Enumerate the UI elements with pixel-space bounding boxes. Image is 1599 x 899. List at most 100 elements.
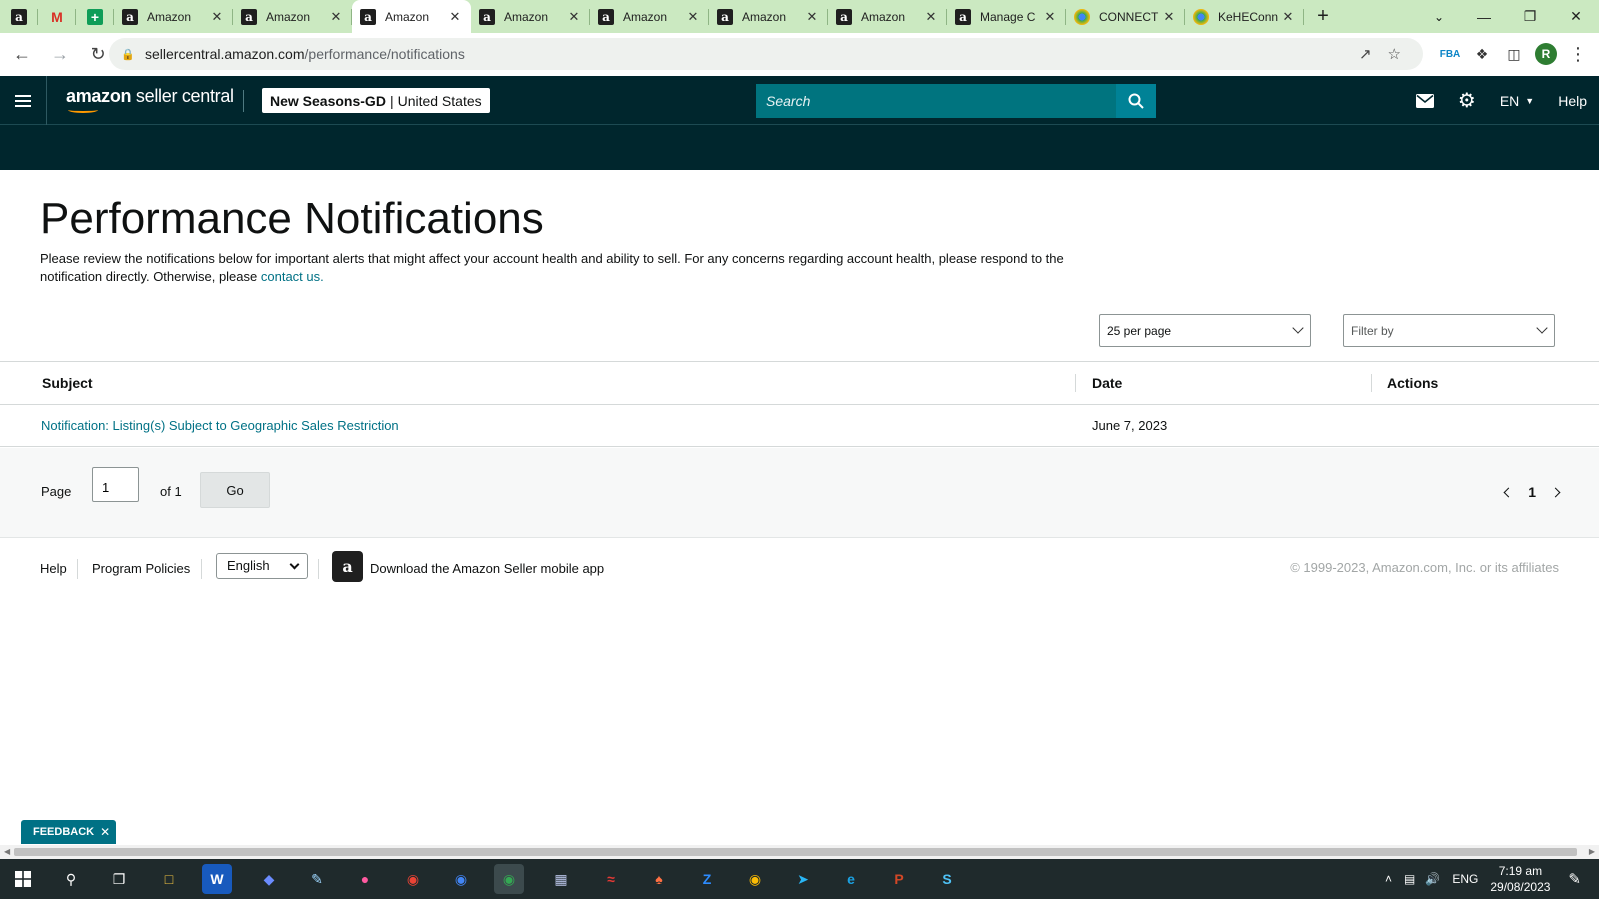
chart-app-icon[interactable]: ≈ (596, 864, 626, 894)
account-separator: | (389, 92, 394, 109)
side-panel-icon[interactable]: ◫ (1501, 41, 1527, 67)
notifications-icon[interactable]: ✎ (1568, 870, 1581, 888)
photo-app-icon[interactable]: ♠ (644, 864, 674, 894)
tab-search-icon[interactable]: ⌄ (1422, 0, 1456, 33)
messages-button[interactable] (1404, 93, 1446, 108)
tab-close-icon[interactable]: ✕ (923, 9, 939, 25)
next-page-icon[interactable] (1550, 487, 1561, 497)
help-link[interactable]: Help (1546, 93, 1599, 109)
browser-tab[interactable]: a Amazon ✕ (709, 0, 828, 33)
notepad-icon[interactable]: ✎ (302, 864, 332, 894)
page-number-input[interactable] (92, 467, 139, 502)
messenger-icon[interactable]: ● (350, 864, 380, 894)
bookmark-star-icon[interactable]: ☆ (1388, 45, 1401, 63)
footer-help-link[interactable]: Help (40, 561, 67, 576)
scrollbar-thumb[interactable] (14, 848, 1577, 856)
task-view-icon[interactable]: ❐ (104, 864, 134, 894)
minimize-icon[interactable]: — (1461, 0, 1507, 33)
browser-tab[interactable]: a (0, 0, 38, 33)
zoom-icon[interactable]: Z (692, 864, 722, 894)
column-header-date[interactable]: Date (1092, 375, 1122, 391)
chrome-profile-2-icon[interactable]: ◉ (446, 864, 476, 894)
word-icon[interactable]: W (202, 864, 232, 894)
browser-tab[interactable]: KeHEConn ✕ (1185, 0, 1304, 33)
seller-central-logo[interactable]: amazon seller central (66, 86, 234, 113)
browser-tab[interactable]: a Amazon ✕ (828, 0, 947, 33)
language-selector[interactable]: EN ▼ (1488, 93, 1546, 109)
contact-us-link[interactable]: contact us. (261, 269, 324, 284)
close-icon[interactable]: ✕ (100, 825, 110, 839)
windows-start-icon[interactable] (8, 864, 38, 894)
search-button[interactable] (1116, 84, 1156, 118)
column-divider (1371, 374, 1372, 392)
chrome-menu-icon[interactable]: ⋮ (1565, 41, 1591, 67)
edge-icon[interactable]: e (836, 864, 866, 894)
chrome-profile-3-icon[interactable]: ◉ (740, 864, 770, 894)
search-input[interactable] (756, 84, 1116, 118)
fba-extension-icon[interactable]: FBA (1437, 41, 1463, 67)
previous-page-icon[interactable] (1503, 487, 1514, 497)
taskbar-search-icon[interactable]: ⚲ (56, 864, 86, 894)
extensions-puzzle-icon[interactable]: ❖ (1469, 41, 1495, 67)
browser-tab[interactable]: a Amazon ✕ (471, 0, 590, 33)
horizontal-scrollbar[interactable]: ◀ ▶ (0, 845, 1599, 859)
go-button[interactable]: Go (200, 472, 270, 508)
browser-tab[interactable]: + (76, 0, 114, 33)
network-icon[interactable]: ▤ (1404, 872, 1415, 886)
new-tab-button[interactable]: + (1304, 0, 1342, 33)
tab-close-icon[interactable]: ✕ (685, 9, 701, 25)
current-page-number[interactable]: 1 (1528, 484, 1536, 500)
download-app-link[interactable]: Download the Amazon Seller mobile app (370, 561, 604, 576)
windows-logo-icon (15, 871, 31, 887)
tab-close-icon[interactable]: ✕ (1161, 9, 1177, 25)
notification-subject-link[interactable]: Notification: Listing(s) Subject to Geog… (41, 418, 399, 433)
column-header-subject[interactable]: Subject (42, 375, 93, 391)
chrome-profile-1-icon[interactable]: ◉ (398, 864, 428, 894)
browser-tab[interactable]: CONNECT ✕ (1066, 0, 1185, 33)
browser-tab[interactable]: a Amazon ✕ (352, 0, 471, 33)
scroll-right-icon[interactable]: ▶ (1589, 847, 1595, 856)
profile-avatar[interactable]: R (1533, 41, 1559, 67)
tab-close-icon[interactable]: ✕ (566, 9, 582, 25)
tab-close-icon[interactable]: ✕ (328, 9, 344, 25)
footer-language-select[interactable]: English (216, 553, 308, 579)
tab-close-icon[interactable]: ✕ (209, 9, 225, 25)
telegram-icon[interactable]: ➤ (788, 864, 818, 894)
tray-chevron-icon[interactable]: ˄ (1385, 872, 1392, 886)
browser-tab[interactable]: a Amazon ✕ (590, 0, 709, 33)
hamburger-menu-icon[interactable] (0, 76, 47, 125)
amazon-app-icon[interactable]: a (332, 551, 363, 582)
powerpoint-icon[interactable]: P (884, 864, 914, 894)
address-bar[interactable]: 🔒 sellercentral.amazon.com/performance/n… (109, 38, 1423, 70)
browser-tab[interactable]: a Manage C ✕ (947, 0, 1066, 33)
tab-list: a M + a Amazon ✕ a Amazon ✕ a Amazon ✕ a Amazon ✕ a Amaz… (0, 0, 1304, 33)
filter-by-select[interactable]: Filter by (1343, 314, 1555, 347)
tab-close-icon[interactable]: ✕ (1042, 9, 1058, 25)
tab-close-icon[interactable]: ✕ (447, 9, 463, 25)
file-explorer-icon[interactable]: □ (154, 864, 184, 894)
back-icon[interactable]: ← (6, 39, 38, 71)
calculator-icon[interactable]: ▦ (546, 864, 576, 894)
browser-tab[interactable]: M (38, 0, 76, 33)
system-clock[interactable]: 7:19 am 29/08/2023 (1490, 863, 1550, 895)
input-language[interactable]: ENG (1452, 872, 1478, 886)
share-icon[interactable]: ↗ (1359, 45, 1372, 63)
tab-close-icon[interactable]: ✕ (1280, 9, 1296, 25)
browser-tab[interactable]: a Amazon ✕ (114, 0, 233, 33)
app-shield-icon[interactable]: ◆ (254, 864, 284, 894)
chrome-profile-active-icon[interactable]: ◉ (494, 864, 524, 894)
volume-icon[interactable]: 🔊 (1425, 872, 1440, 886)
program-policies-link[interactable]: Program Policies (92, 561, 190, 576)
scroll-left-icon[interactable]: ◀ (4, 847, 10, 856)
tab-close-icon[interactable]: ✕ (804, 9, 820, 25)
clock-date: 29/08/2023 (1490, 880, 1551, 894)
account-switcher[interactable]: New Seasons-GD | United States (262, 88, 490, 113)
close-window-icon[interactable]: ✕ (1553, 0, 1599, 33)
settings-button[interactable]: ⚙ (1446, 88, 1488, 113)
forward-icon[interactable]: → (44, 39, 76, 71)
restore-icon[interactable]: ❐ (1507, 0, 1553, 33)
skype-icon[interactable]: S (932, 864, 962, 894)
browser-tab[interactable]: a Amazon ✕ (233, 0, 352, 33)
feedback-button[interactable]: FEEDBACK ✕ (21, 820, 117, 844)
per-page-select[interactable]: 25 per page (1099, 314, 1311, 347)
